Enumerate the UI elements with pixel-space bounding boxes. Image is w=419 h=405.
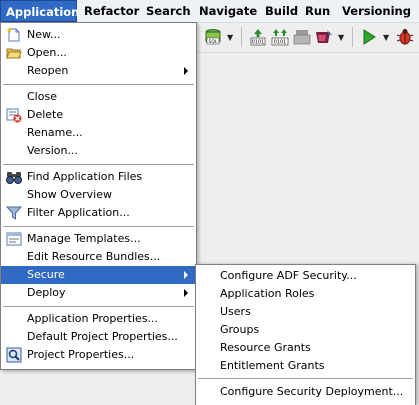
menu-navigate[interactable]: Navigate (194, 0, 262, 22)
menu-item-label: Rename... (27, 126, 83, 139)
menu-item-filter-application[interactable]: Filter Application... (1, 204, 196, 222)
menu-item-label: Filter Application... (27, 206, 130, 219)
menu-item-project-properties[interactable]: Project Properties... (1, 346, 196, 364)
sql-dropdown-arrow[interactable]: ▼ (227, 33, 233, 42)
menu-item-application-properties[interactable]: Application Properties... (1, 310, 196, 328)
submenu-arrow-icon (184, 271, 188, 279)
menu-item-label: Open... (27, 46, 67, 59)
menu-application[interactable]: Application (0, 0, 79, 22)
menu-item-label: Close (27, 90, 57, 103)
application-menu: New... Open... Reopen Close Delete Renam… (0, 22, 197, 370)
menu-separator (3, 306, 194, 307)
submenu-arrow-icon (184, 67, 188, 75)
menu-search[interactable]: Search (141, 0, 196, 22)
menu-item-label: Deploy (27, 286, 66, 299)
menu-item-label: Default Project Properties... (27, 330, 178, 343)
menu-separator (198, 378, 413, 379)
menu-run[interactable]: Run (300, 0, 335, 22)
menu-item-label: Edit Resource Bundles... (27, 250, 161, 263)
menu-item-label: Show Overview (27, 188, 112, 201)
menu-item-resource-grants[interactable]: Resource Grants (196, 339, 415, 357)
menu-item-label: Users (220, 305, 251, 318)
svg-text:0101: 0101 (252, 40, 265, 46)
menu-item-secure[interactable]: Secure (1, 266, 196, 284)
make-icon[interactable]: 0101 (270, 27, 290, 47)
sql-icon[interactable]: SQL (203, 27, 223, 47)
menu-item-manage-templates[interactable]: Manage Templates... (1, 230, 196, 248)
menu-item-show-overview[interactable]: Show Overview (1, 186, 196, 204)
menu-item-label: Resource Grants (220, 341, 311, 354)
filter-icon (5, 205, 23, 221)
menu-item-label: New... (27, 28, 61, 41)
menu-build[interactable]: Build (260, 0, 303, 22)
menu-item-deploy[interactable]: Deploy (1, 284, 196, 302)
menu-item-label: Secure (27, 268, 65, 281)
menu-item-configure-adf-security[interactable]: Configure ADF Security... (196, 267, 415, 285)
compile-icon[interactable]: 0101 (248, 27, 268, 47)
project-properties-icon (6, 347, 22, 363)
menu-item-label: Groups (220, 323, 260, 336)
menu-separator (3, 84, 194, 85)
menu-bar: Application Refactor Search Navigate Bui… (0, 0, 419, 23)
menu-item-open[interactable]: Open... (1, 44, 196, 62)
menu-item-find-application-files[interactable]: Find Application Files (1, 168, 196, 186)
menu-item-label: Find Application Files (27, 170, 143, 183)
toolbar-separator (352, 27, 353, 47)
menu-item-close[interactable]: Close (1, 88, 196, 106)
menu-separator (3, 226, 194, 227)
deploy-icon[interactable] (314, 27, 334, 47)
open-folder-icon (6, 45, 22, 61)
menu-item-reopen[interactable]: Reopen (1, 62, 196, 80)
menu-item-new[interactable]: New... (1, 26, 196, 44)
menu-item-label: Version... (27, 144, 78, 157)
menu-item-rename[interactable]: Rename... (1, 124, 196, 142)
deploy-dropdown-arrow[interactable]: ▼ (338, 33, 344, 42)
menu-item-default-project-properties[interactable]: Default Project Properties... (1, 328, 196, 346)
menu-item-groups[interactable]: Groups (196, 321, 415, 339)
rebuild-icon[interactable] (292, 27, 312, 47)
menu-item-edit-resource-bundles[interactable]: Edit Resource Bundles... (1, 248, 196, 266)
menu-item-label: Reopen (27, 64, 69, 77)
submenu-arrow-icon (184, 289, 188, 297)
run-icon[interactable] (359, 27, 379, 47)
menu-item-label: Configure ADF Security... (220, 269, 357, 282)
templates-icon (6, 231, 22, 247)
menu-item-label: Delete (27, 108, 64, 121)
secure-submenu: Configure ADF Security... Application Ro… (195, 264, 416, 405)
menu-item-application-roles[interactable]: Application Roles (196, 285, 415, 303)
menu-item-label: Project Properties... (27, 348, 135, 361)
svg-text:SQL: SQL (209, 39, 218, 45)
menu-item-label: Application Properties... (27, 312, 159, 325)
menu-item-version[interactable]: Version... (1, 142, 196, 160)
binoculars-icon (6, 169, 22, 185)
menu-item-label: Configure Security Deployment... (220, 385, 404, 398)
menu-item-configure-security-deployment[interactable]: Configure Security Deployment... (196, 383, 415, 401)
menu-item-label: Entitlement Grants (220, 359, 325, 372)
menu-item-entitlement-grants[interactable]: Entitlement Grants (196, 357, 415, 375)
menu-item-label: Manage Templates... (27, 232, 141, 245)
menu-separator (3, 164, 194, 165)
run-dropdown-arrow[interactable]: ▼ (383, 33, 389, 42)
menu-versioning[interactable]: Versioning (337, 0, 416, 22)
debug-icon[interactable] (395, 27, 415, 47)
new-file-icon (6, 27, 22, 43)
menu-item-label: Application Roles (220, 287, 315, 300)
menu-item-delete[interactable]: Delete (1, 106, 196, 124)
menu-refactor[interactable]: Refactor (79, 0, 144, 22)
toolbar-separator (241, 27, 242, 47)
svg-text:0101: 0101 (274, 40, 287, 46)
delete-icon (6, 107, 22, 123)
menu-item-users[interactable]: Users (196, 303, 415, 321)
